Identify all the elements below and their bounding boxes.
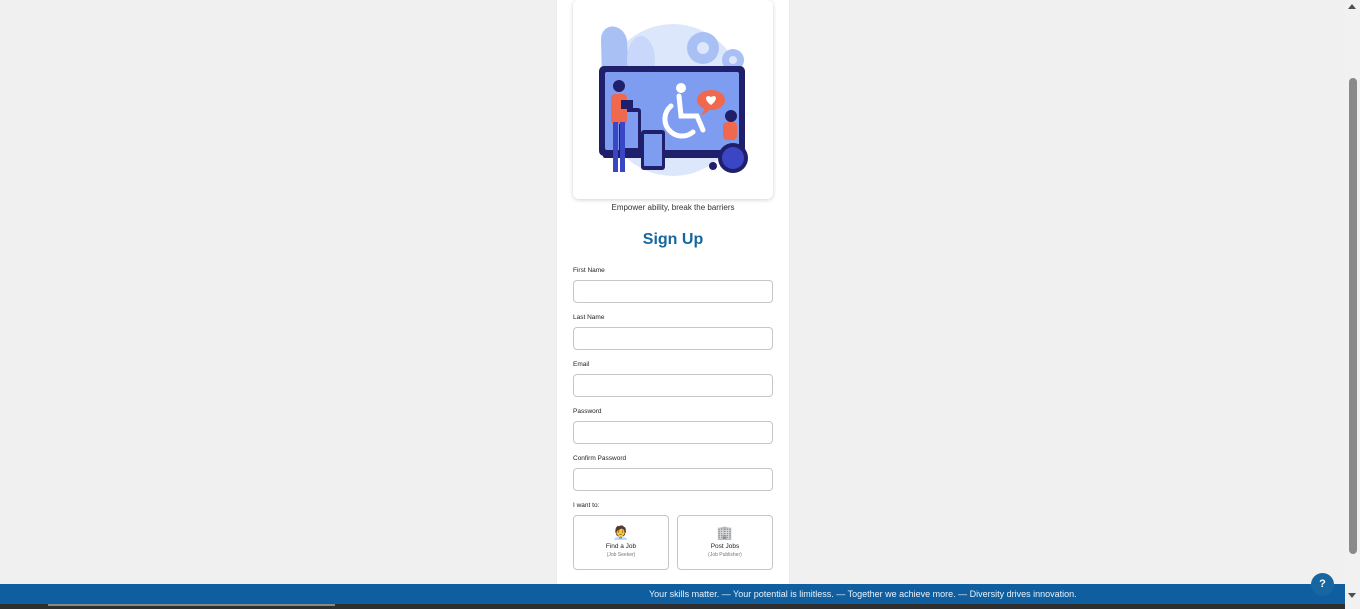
motto-banner: Your skills matter. — Your potential is … xyxy=(0,584,1345,604)
password-field[interactable] xyxy=(573,421,773,444)
password-label: Password xyxy=(573,408,602,415)
vertical-scrollbar[interactable] xyxy=(1345,0,1360,609)
post-jobs-subtitle: (Job Publisher) xyxy=(708,552,742,558)
scroll-down-icon[interactable] xyxy=(1348,593,1356,598)
page-title: Sign Up xyxy=(642,231,704,248)
signup-card: Empower ability, break the barriers Sign… xyxy=(557,0,789,584)
help-button[interactable]: ? xyxy=(1311,573,1334,596)
first-name-field[interactable] xyxy=(573,280,773,303)
first-name-label: First Name xyxy=(573,267,605,274)
confirm-password-field[interactable] xyxy=(573,468,773,491)
confirm-password-label: Confirm Password xyxy=(573,455,627,462)
scroll-up-icon[interactable] xyxy=(1348,4,1356,9)
find-job-subtitle: (Job Seeker) xyxy=(606,552,636,558)
bottom-tab-indicator xyxy=(48,604,335,606)
last-name-label: Last Name xyxy=(573,314,605,321)
scroll-thumb[interactable] xyxy=(1349,78,1357,554)
find-job-title: Find a Job xyxy=(605,543,637,550)
person-icon: 🧑‍💼 xyxy=(612,525,630,540)
email-field[interactable] xyxy=(573,374,773,397)
building-icon: 🏢 xyxy=(716,525,734,540)
post-jobs-title: Post Jobs xyxy=(710,543,740,550)
post-jobs-option[interactable]: 🏢 Post Jobs (Job Publisher) xyxy=(677,515,773,570)
accessibility-illustration xyxy=(573,0,773,199)
banner-text: Your skills matter. — Your potential is … xyxy=(649,589,1077,599)
find-job-option[interactable]: 🧑‍💼 Find a Job (Job Seeker) xyxy=(573,515,669,570)
role-label: I want to: xyxy=(573,502,600,509)
last-name-field[interactable] xyxy=(573,327,773,350)
tagline: Empower ability, break the barriers xyxy=(611,203,735,212)
email-label: Email xyxy=(573,361,590,368)
